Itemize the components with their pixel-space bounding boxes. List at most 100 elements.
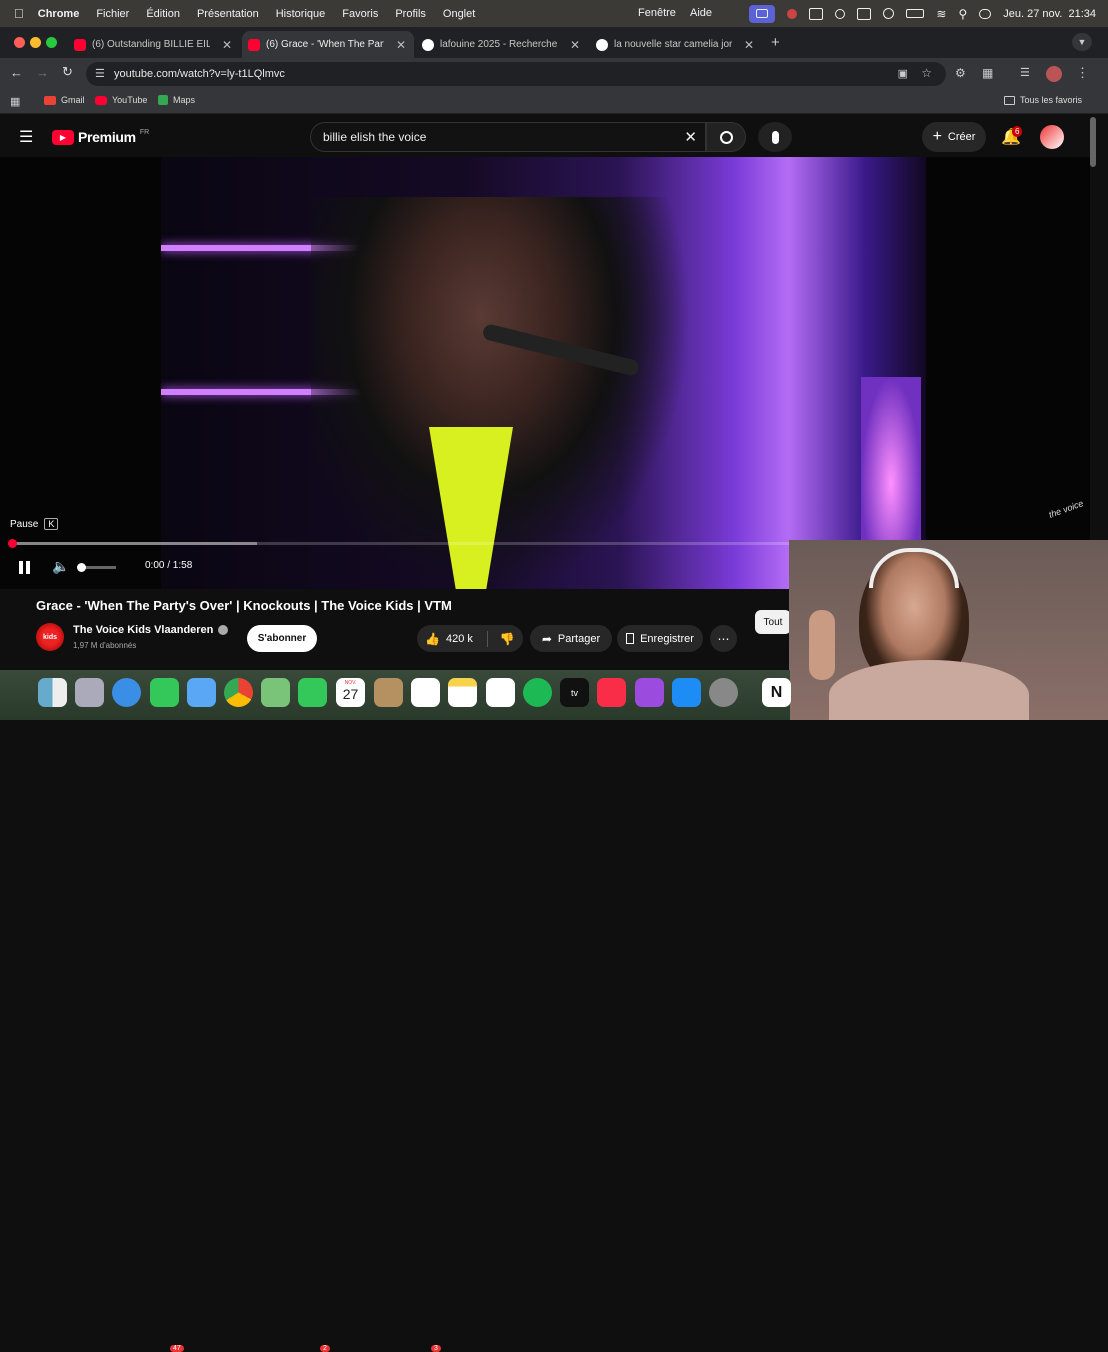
bookmark-label: YouTube — [112, 95, 148, 105]
search-button[interactable] — [706, 122, 746, 152]
user-icon[interactable] — [835, 8, 846, 19]
spotify-icon[interactable] — [523, 678, 552, 707]
hamburger-menu-icon[interactable]: ☰ — [19, 127, 33, 147]
menu-historique[interactable]: Historique — [276, 8, 326, 20]
clear-search-icon[interactable]: ✕ — [684, 128, 697, 146]
reading-list-icon[interactable]: ☰ — [1020, 66, 1030, 79]
menu-profils[interactable]: Profils — [395, 8, 426, 20]
notes-icon[interactable] — [448, 678, 477, 707]
share-button[interactable]: ➦ Partager — [530, 625, 612, 652]
puzzle-extensions-icon[interactable]: ▦ — [982, 66, 993, 80]
save-label: Enregistrer — [640, 632, 694, 645]
menu-fenetre[interactable]: Fenêtre — [638, 7, 676, 19]
channel-name[interactable]: The Voice Kids Vlaanderen — [73, 624, 229, 636]
address-bar[interactable]: ☰ youtube.com/watch?v=ly-t1LQlmvc ▣ ☆ — [86, 62, 946, 86]
extension-icon[interactable]: ⚙ — [955, 66, 966, 80]
close-tab-icon[interactable]: ✕ — [396, 38, 406, 52]
close-tab-icon[interactable]: ✕ — [222, 38, 232, 52]
search-icon[interactable]: ⚲ — [958, 7, 967, 21]
freeform-icon[interactable] — [486, 678, 515, 707]
reminders-icon[interactable] — [411, 678, 440, 707]
tab-3[interactable]: lafouine 2025 - Recherche G ✕ — [416, 31, 588, 58]
volume-handle[interactable] — [77, 563, 86, 572]
maps-app-icon[interactable] — [261, 678, 290, 707]
notion-icon[interactable]: N — [762, 678, 791, 707]
install-app-icon[interactable]: ▣ — [898, 67, 908, 80]
minimize-window-button[interactable] — [30, 37, 41, 48]
messages-icon[interactable] — [150, 678, 179, 707]
menubar-clock[interactable]: Jeu. 27 nov. 21:34 — [1003, 8, 1096, 20]
record-icon[interactable] — [787, 8, 798, 19]
apps-grid-icon[interactable]: ▦ — [10, 95, 20, 108]
account-avatar[interactable] — [1040, 125, 1064, 149]
tab-search-icon[interactable]: ▼ — [1072, 33, 1092, 51]
youtube-premium-logo[interactable]: ▶ Premium FR — [52, 129, 149, 145]
menu-presentation[interactable]: Présentation — [197, 8, 259, 20]
video-player[interactable]: Pause K 🔈 0:00 / 1:58 the voice — [0, 157, 1090, 589]
appstore-icon[interactable] — [672, 678, 701, 707]
zoom-window-button[interactable] — [46, 37, 57, 48]
more-actions-button[interactable]: ⋯ — [710, 625, 737, 652]
mail-icon[interactable] — [187, 678, 216, 707]
finder-icon[interactable] — [38, 678, 67, 707]
menu-app-name[interactable]: Chrome — [38, 8, 80, 20]
system-settings-icon[interactable] — [709, 678, 738, 707]
menu-edition[interactable]: Édition — [146, 8, 180, 20]
youtube-favicon-icon — [248, 38, 260, 51]
channel-avatar[interactable]: kids — [36, 623, 64, 651]
menu-fichier[interactable]: Fichier — [96, 8, 129, 20]
tab-2-active[interactable]: (6) Grace - 'When The Party ✕ — [242, 31, 414, 58]
profile-avatar[interactable] — [1046, 66, 1062, 82]
menu-aide[interactable]: Aide — [690, 7, 712, 19]
launchpad-icon[interactable] — [75, 678, 104, 707]
drive-icon[interactable] — [809, 7, 824, 20]
reload-icon[interactable]: ↻ — [62, 64, 73, 80]
bookmark-youtube[interactable]: YouTube — [95, 95, 147, 105]
safari-icon[interactable] — [112, 678, 141, 707]
screen-record-icon[interactable] — [749, 4, 776, 23]
voice-search-button[interactable] — [758, 122, 792, 152]
wifi-icon[interactable]: ≋ — [936, 7, 946, 21]
menu-favoris[interactable]: Favoris — [342, 8, 378, 20]
control-center-icon[interactable] — [979, 8, 992, 19]
close-window-button[interactable] — [14, 37, 25, 48]
search-input[interactable]: billie elish the voice ✕ — [310, 122, 706, 152]
like-button[interactable]: 👍 420 k — [425, 632, 473, 646]
tab-1[interactable]: (6) Outstanding BILLIE EILISH ✕ — [68, 31, 240, 58]
appletv-icon[interactable]: tv — [560, 678, 589, 707]
podcasts-icon[interactable] — [635, 678, 664, 707]
bookmark-maps[interactable]: Maps — [158, 95, 195, 105]
close-tab-icon[interactable]: ✕ — [570, 38, 580, 52]
facetime-icon[interactable] — [298, 678, 327, 707]
volume-slider[interactable] — [77, 563, 116, 572]
chrome-menu-icon[interactable]: ⋮ — [1076, 65, 1089, 81]
play-status-icon[interactable] — [883, 8, 895, 19]
dislike-button[interactable]: 👎 — [500, 632, 515, 646]
create-button[interactable]: + Créer — [922, 122, 986, 152]
filter-chip-all[interactable]: Tout — [755, 610, 791, 634]
play-pause-button[interactable] — [16, 559, 32, 575]
save-button[interactable]: Enregistrer — [617, 625, 703, 652]
site-info-icon[interactable]: ☰ — [95, 67, 105, 80]
back-icon[interactable]: ← — [10, 65, 23, 80]
tooltip-label: Pause — [10, 518, 39, 530]
bookmark-gmail[interactable]: Gmail — [44, 95, 85, 105]
all-bookmarks[interactable]: Tous les favoris — [1004, 95, 1082, 105]
subscribe-button[interactable]: S'abonner — [247, 625, 317, 652]
page-scrollbar[interactable] — [1090, 117, 1096, 167]
webcam-overlay — [789, 540, 1108, 720]
chrome-icon[interactable] — [224, 678, 253, 707]
calendar-app-icon[interactable]: NOV. 27 — [336, 678, 365, 707]
forward-icon[interactable]: → — [36, 65, 49, 80]
contacts-icon[interactable] — [374, 678, 403, 707]
tab-4[interactable]: la nouvelle star camelia jorda ✕ — [590, 31, 762, 58]
apple-icon[interactable]:  — [14, 6, 24, 21]
new-tab-button[interactable]: + — [771, 34, 780, 51]
bookmark-star-icon[interactable]: ☆ — [921, 66, 932, 80]
volume-icon[interactable]: 🔈 — [52, 558, 69, 575]
scrubber-handle[interactable] — [8, 539, 17, 548]
calendar-icon[interactable] — [857, 7, 872, 20]
menu-onglet[interactable]: Onglet — [443, 8, 475, 20]
close-tab-icon[interactable]: ✕ — [744, 38, 754, 52]
music-icon[interactable] — [597, 678, 626, 707]
